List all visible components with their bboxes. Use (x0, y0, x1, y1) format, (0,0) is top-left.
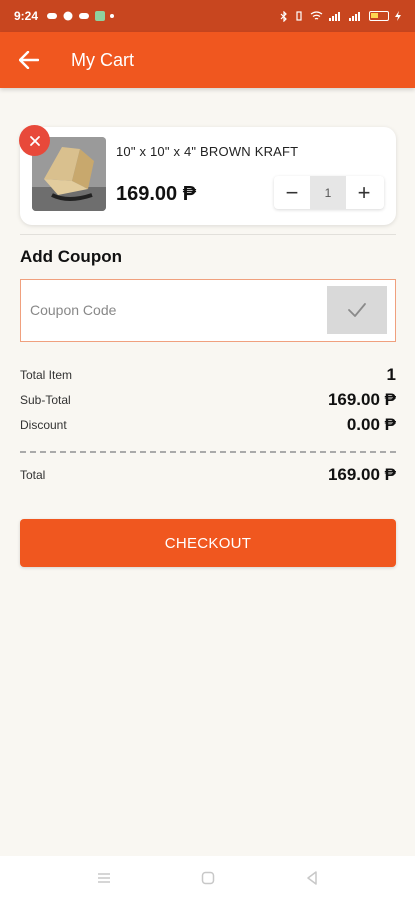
subtotal-label: Sub-Total (20, 393, 71, 407)
checkout-button[interactable]: CHECKOUT (20, 519, 396, 567)
home-icon (201, 871, 214, 885)
nav-back-button[interactable] (300, 866, 324, 890)
apply-coupon-button[interactable] (327, 286, 387, 334)
decrease-quantity-button[interactable]: − (274, 176, 310, 209)
discount-row: Discount 0.00 ₱ (20, 415, 396, 435)
battery-icon (369, 11, 389, 21)
dot-icon (110, 14, 115, 18)
product-price: 169.00 ₱ (116, 183, 197, 205)
status-bar: 9:24 (0, 0, 415, 32)
discount-value: 0.00 ₱ (346, 415, 396, 434)
subtotal-value: 169.00 ₱ (327, 390, 396, 409)
back-button[interactable] (18, 49, 40, 71)
cart-item-card: 10" x 10" x 4" BROWN KRAFT 169.00 ₱ − 1 … (19, 125, 396, 225)
page-title: My Cart (71, 49, 134, 70)
quantity-value: 1 (310, 176, 346, 209)
total-item-row: Total Item 1 (20, 365, 396, 385)
signal-icon (329, 12, 340, 21)
coupon-box (20, 279, 396, 342)
total-item-value: 1 (386, 365, 396, 384)
coupon-section-title: Add Coupon (20, 247, 122, 266)
total-item-label: Total Item (20, 368, 73, 382)
check-icon (348, 303, 366, 317)
bluetooth-icon (280, 10, 287, 22)
coupon-code-input[interactable] (30, 295, 320, 325)
system-nav-bar (0, 856, 415, 900)
menu-icon (97, 873, 110, 883)
vibrate-icon (296, 11, 302, 21)
app-badge-icon (95, 11, 106, 21)
discount-label: Discount (20, 418, 67, 432)
quantity-stepper: − 1 + (274, 176, 384, 209)
product-name: 10" x 10" x 4" BROWN KRAFT (116, 144, 299, 159)
arrow-left-icon (19, 51, 39, 69)
notification-icons (46, 11, 115, 21)
game-controller-icon (47, 13, 58, 19)
back-triangle-icon (306, 871, 317, 885)
increase-quantity-button[interactable]: + (346, 176, 382, 209)
recent-apps-button[interactable] (92, 866, 116, 890)
charging-icon (395, 11, 401, 21)
signal-icon (349, 12, 360, 21)
app-bar: My Cart (0, 32, 415, 88)
status-time: 9:24 (14, 9, 39, 23)
remove-item-button[interactable] (19, 125, 50, 156)
close-icon (29, 135, 40, 146)
total-label: Total (20, 468, 46, 482)
dashed-divider (20, 451, 396, 453)
wifi-icon (310, 11, 323, 20)
subtotal-row: Sub-Total 169.00 ₱ (20, 390, 396, 410)
total-row: Total 169.00 ₱ (20, 465, 396, 485)
total-value: 169.00 ₱ (327, 465, 396, 484)
system-icons (280, 10, 401, 22)
divider (20, 234, 396, 235)
game-controller-icon (79, 13, 90, 19)
home-button[interactable] (196, 866, 220, 890)
messenger-icon (63, 11, 73, 21)
